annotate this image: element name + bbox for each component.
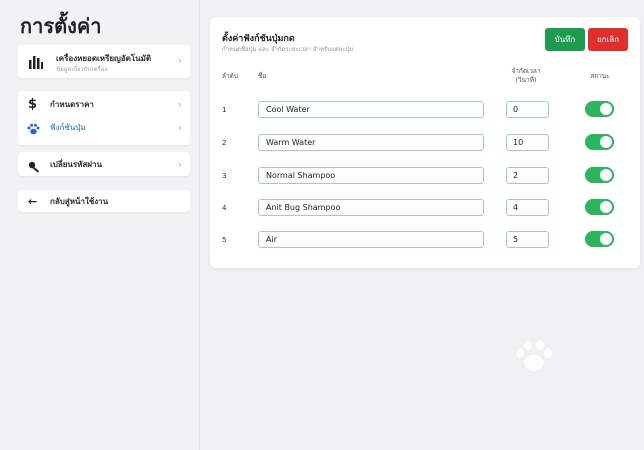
toggle-knob	[600, 201, 612, 213]
column-header-status: สถานะ	[590, 72, 610, 80]
dollar-icon: $	[28, 96, 38, 112]
row-order: 2	[222, 139, 227, 147]
table-row: 3 Normal Shampoo 2	[210, 167, 640, 187]
row-order: 1	[222, 106, 227, 114]
panel-title: ตั้งค่าฟังก์ชันปุ่มกด	[222, 34, 295, 44]
sidebar-item-label: กำหนดราคา	[50, 99, 94, 109]
status-toggle[interactable]	[585, 167, 614, 183]
sidebar-item-label: เปลี่ยนรหัสผ่าน	[50, 159, 102, 169]
button-name-input[interactable]: Air	[258, 231, 484, 248]
save-button[interactable]: บันทึก	[545, 28, 585, 51]
paw-icon	[27, 120, 40, 139]
toggle-knob	[600, 233, 612, 245]
row-order: 4	[222, 204, 227, 212]
duration-input[interactable]: 2	[506, 167, 549, 184]
status-toggle[interactable]	[585, 199, 614, 215]
button-name-input[interactable]: Cool Water	[258, 101, 484, 118]
row-order: 5	[222, 236, 227, 244]
sidebar-item-button-functions[interactable]: ฟังก์ชันปุ่ม ›	[18, 118, 190, 136]
sidebar-item-label: ฟังก์ชันปุ่ม	[50, 122, 86, 132]
button-settings-panel: ตั้งค่าฟังก์ชันปุ่มกด กำหนดชื่อปุ่ม และ …	[210, 17, 640, 268]
chevron-right-icon: ›	[177, 97, 182, 111]
button-name-input[interactable]: Normal Shampoo	[258, 167, 484, 184]
arrow-left-icon: ←	[28, 194, 38, 208]
chevron-right-icon: ›	[177, 120, 182, 134]
column-header-duration: จำกัดเวลา (วินาที)	[511, 67, 541, 84]
sidebar-group: $ กำหนดราคา › ฟังก์ชันปุ่ม ›	[18, 91, 190, 145]
status-toggle[interactable]	[585, 134, 614, 150]
sidebar-item-change-password[interactable]: เปลี่ยนรหัสผ่าน ›	[18, 152, 190, 176]
table-row: 4 Anit Bug Shampoo 4	[210, 199, 640, 219]
sidebar-item-pricing[interactable]: $ กำหนดราคา ›	[18, 95, 190, 113]
panel-subtitle: กำหนดชื่อปุ่ม และ จำกัดระยะเวลา สำหรับแต…	[222, 46, 354, 53]
sidebar: การตั้งค่า เครื่องหยอดเหรียญอัตโนมัติ ข้…	[0, 0, 200, 450]
device-card[interactable]: เครื่องหยอดเหรียญอัตโนมัติ ข้อมูลเกี่ยวก…	[18, 45, 190, 78]
paw-watermark-icon	[514, 338, 554, 374]
key-icon	[28, 158, 42, 177]
cancel-button[interactable]: ยกเลิก	[588, 28, 628, 51]
row-order: 3	[222, 172, 227, 180]
page-title: การตั้งค่า	[20, 14, 102, 38]
status-toggle[interactable]	[585, 231, 614, 247]
duration-input[interactable]: 0	[506, 101, 549, 118]
duration-input[interactable]: 4	[506, 199, 549, 216]
table-row: 5 Air 5	[210, 231, 640, 251]
column-header-order: ลำดับ	[222, 72, 238, 80]
button-name-input[interactable]: Anit Bug Shampoo	[258, 199, 484, 216]
toggle-knob	[600, 136, 612, 148]
chevron-right-icon: ›	[177, 157, 182, 171]
table-row: 1 Cool Water 0	[210, 101, 640, 121]
device-sublabel: ข้อมูลเกี่ยวกับเครื่อง	[56, 66, 108, 73]
sidebar-item-back[interactable]: ← กลับสู่หน้าใช้งาน	[18, 190, 190, 212]
status-toggle[interactable]	[585, 101, 614, 117]
duration-input[interactable]: 5	[506, 231, 549, 248]
table-row: 2 Warm Water 10	[210, 134, 640, 154]
chevron-right-icon: ›	[177, 54, 182, 67]
column-header-name: ชื่อ	[258, 72, 267, 80]
toggle-knob	[600, 169, 612, 181]
button-name-input[interactable]: Warm Water	[258, 134, 484, 151]
sidebar-item-label: กลับสู่หน้าใช้งาน	[50, 196, 109, 206]
duration-input[interactable]: 10	[506, 134, 549, 151]
bar-chart-icon	[29, 54, 43, 73]
toggle-knob	[600, 103, 612, 115]
